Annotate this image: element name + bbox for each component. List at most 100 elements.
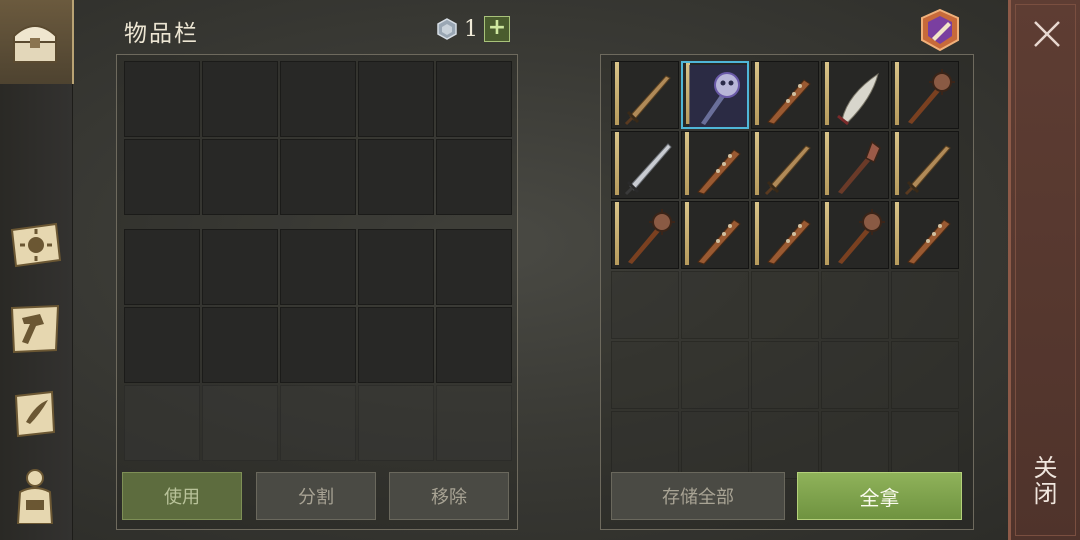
loot-slot-empty xyxy=(751,411,819,479)
inventory-slot[interactable] xyxy=(280,229,356,305)
loot-slot-empty xyxy=(681,341,749,409)
inventory-panel xyxy=(116,54,518,530)
inventory-slot-locked xyxy=(358,385,434,461)
inventory-slot[interactable] xyxy=(124,139,200,215)
inventory-slot[interactable] xyxy=(358,229,434,305)
loot-slot-spiked-club[interactable] xyxy=(891,201,959,269)
close-icon[interactable] xyxy=(1029,16,1065,52)
loot-slot-empty xyxy=(681,271,749,339)
inventory-slot[interactable] xyxy=(124,61,200,137)
inventory-title: 物品栏 xyxy=(124,21,199,47)
nav-tab-quests[interactable] xyxy=(0,372,72,456)
loot-container-icon xyxy=(921,8,959,52)
loot-slot-empty xyxy=(891,271,959,339)
loot-slot-morning-star[interactable] xyxy=(611,201,679,269)
remove-button[interactable]: 移除 xyxy=(389,472,509,520)
spiked-club-icon xyxy=(767,219,811,265)
close-label: 关闭 xyxy=(1029,455,1057,507)
inventory-slot[interactable] xyxy=(358,139,434,215)
sword-icon xyxy=(904,145,951,196)
loot-slot-morning-star[interactable] xyxy=(891,61,959,129)
quest-scroll-icon xyxy=(14,390,56,438)
character-equipment-icon xyxy=(16,469,54,524)
loot-slot-sword[interactable] xyxy=(891,131,959,199)
spiked-club-icon xyxy=(767,79,811,125)
inventory-grid-bottom xyxy=(124,229,512,461)
loot-slot-empty xyxy=(611,411,679,479)
chest-icon xyxy=(13,25,57,63)
loot-slot-empty xyxy=(891,341,959,409)
spiked-club-icon xyxy=(697,219,741,265)
inventory-slot-locked xyxy=(436,385,512,461)
loot-slot-sword[interactable] xyxy=(611,61,679,129)
inventory-slot[interactable] xyxy=(202,307,278,383)
morning-star-icon xyxy=(908,69,955,124)
loot-slot-flanged-mace[interactable] xyxy=(821,131,889,199)
loot-slot-scimitar[interactable] xyxy=(821,61,889,129)
crafting-hammer-icon xyxy=(10,304,60,354)
loot-slot-spiked-club[interactable] xyxy=(751,61,819,129)
inventory-slot-locked xyxy=(280,385,356,461)
inventory-slot[interactable] xyxy=(280,307,356,383)
nav-tab-equipment[interactable] xyxy=(0,456,72,540)
inventory-slot[interactable] xyxy=(358,307,434,383)
loot-slot-empty xyxy=(611,271,679,339)
inventory-slot[interactable] xyxy=(280,139,356,215)
currency-display: 1 + xyxy=(436,16,510,42)
inventory-slot[interactable] xyxy=(202,139,278,215)
nav-tab-inventory[interactable] xyxy=(0,0,74,84)
morning-star-icon xyxy=(628,209,675,264)
loot-slot-sword[interactable] xyxy=(751,131,819,199)
inventory-slot[interactable] xyxy=(358,61,434,137)
nav-tab-journal[interactable] xyxy=(0,204,72,288)
flanged-mace-icon xyxy=(838,140,881,194)
inventory-slot[interactable] xyxy=(436,229,512,305)
inventory-slot-locked xyxy=(202,385,278,461)
use-button[interactable]: 使用 xyxy=(122,472,242,520)
loot-slot-skull-mace[interactable] xyxy=(681,61,749,129)
inventory-slot[interactable] xyxy=(436,61,512,137)
side-navigation xyxy=(0,0,74,540)
loot-slot-empty xyxy=(821,271,889,339)
store-all-button[interactable]: 存储全部 xyxy=(611,472,785,520)
split-button[interactable]: 分割 xyxy=(256,472,376,520)
loot-slot-empty xyxy=(891,411,959,479)
loot-grid xyxy=(611,61,959,479)
loot-slot-empty xyxy=(611,341,679,409)
sword-icon xyxy=(624,75,671,126)
steel-sword-icon xyxy=(624,143,672,196)
loot-slot-empty xyxy=(821,341,889,409)
add-currency-button[interactable]: + xyxy=(484,16,510,42)
inventory-slot[interactable] xyxy=(436,307,512,383)
spiked-club-icon xyxy=(697,149,741,195)
loot-slot-empty xyxy=(751,271,819,339)
inventory-slot[interactable] xyxy=(202,61,278,137)
scimitar-icon xyxy=(837,72,879,126)
take-all-button[interactable]: 全拿 xyxy=(797,472,962,520)
inventory-slot[interactable] xyxy=(124,229,200,305)
spiked-club-icon xyxy=(907,219,951,265)
skull-mace-icon xyxy=(689,65,747,127)
nav-tab-crafting[interactable] xyxy=(0,288,72,372)
loot-slot-spiked-club[interactable] xyxy=(681,131,749,199)
inventory-slot[interactable] xyxy=(280,61,356,137)
loot-slot-empty xyxy=(751,341,819,409)
inventory-slot-locked xyxy=(124,385,200,461)
loot-panel xyxy=(600,54,974,530)
loot-slot-spiked-club[interactable] xyxy=(751,201,819,269)
loot-slot-spiked-club[interactable] xyxy=(681,201,749,269)
sword-icon xyxy=(764,145,811,196)
loot-slot-empty xyxy=(821,411,889,479)
gem-currency-icon xyxy=(437,18,457,40)
currency-count: 1 xyxy=(464,16,478,42)
inventory-slot[interactable] xyxy=(202,229,278,305)
inventory-slot[interactable] xyxy=(436,139,512,215)
loot-slot-empty xyxy=(681,411,749,479)
inventory-slot[interactable] xyxy=(124,307,200,383)
loot-slot-steel-sword[interactable] xyxy=(611,131,679,199)
close-panel[interactable]: 关闭 xyxy=(1008,0,1080,540)
morning-star-icon xyxy=(838,209,885,264)
loot-slot-morning-star[interactable] xyxy=(821,201,889,269)
journal-sun-icon xyxy=(10,222,62,268)
inventory-grid-top xyxy=(124,61,512,215)
